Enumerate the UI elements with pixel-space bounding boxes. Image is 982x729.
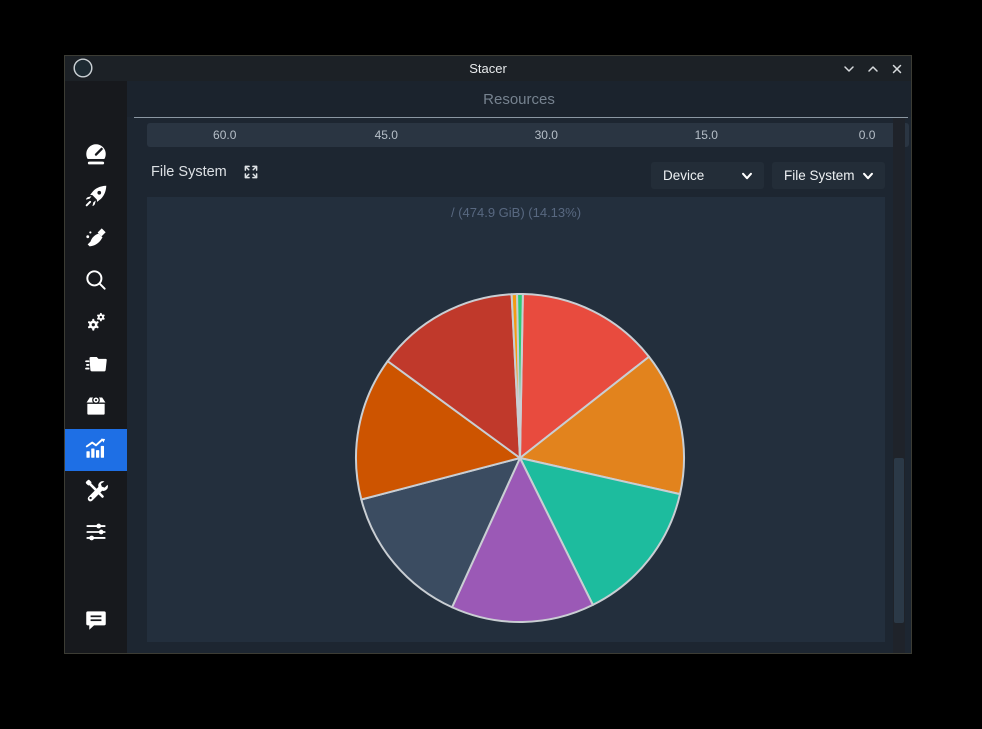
expand-icon[interactable]: [242, 163, 260, 181]
broom-icon: [83, 225, 109, 256]
message-icon: [83, 607, 109, 638]
chevron-up-icon: [866, 62, 880, 76]
filesystem-dropdown-value: File System: [784, 168, 861, 183]
filesystem-section-title: File System: [151, 147, 227, 197]
axis-tick-label: 15.0: [695, 123, 718, 147]
filesystem-dropdown[interactable]: File System: [772, 162, 885, 189]
sidebar-item-dashboard[interactable]: [65, 135, 127, 177]
scrollbar-thumb[interactable]: [894, 458, 904, 623]
sidebar-item-uninstaller[interactable]: [65, 387, 127, 429]
sidebar-item-feedback[interactable]: [65, 601, 127, 643]
filesystem-chart-panel: / (474.9 GiB) (14.13%): [147, 197, 885, 642]
window-controls: [840, 56, 906, 81]
device-dropdown[interactable]: Device: [651, 162, 764, 189]
titlebar: Stacer: [65, 56, 911, 81]
axis-tick-label: 0.0: [859, 123, 876, 147]
sidebar-item-resources[interactable]: [65, 429, 127, 471]
sidebar-item-services[interactable]: [65, 303, 127, 345]
sidebar-item-helpers[interactable]: [65, 471, 127, 513]
speedy-folder-icon: [83, 351, 109, 382]
package-icon: [83, 393, 109, 424]
sidebar-item-processes[interactable]: [65, 345, 127, 387]
chevron-down-icon: [861, 169, 875, 183]
sidebar-item-search[interactable]: [65, 261, 127, 303]
sidebar-item-settings[interactable]: [65, 513, 127, 555]
close-button[interactable]: [888, 60, 906, 78]
sidebar-item-system-cleaner[interactable]: [65, 219, 127, 261]
axis-tick-label: 30.0: [535, 123, 558, 147]
page-title: Resources: [127, 81, 911, 117]
history-x-axis: 60.0 45.0 30.0 15.0 0.0: [147, 123, 909, 147]
close-icon: [890, 62, 904, 76]
gears-icon: [83, 309, 109, 340]
search-icon: [83, 267, 109, 298]
sidebar-item-startup-apps[interactable]: [65, 177, 127, 219]
sliders-icon: [83, 519, 109, 550]
bar-chart-icon: [83, 435, 109, 466]
sidebar: [65, 81, 127, 653]
page-title-text: Resources: [483, 91, 555, 108]
chart-axis-line: [134, 117, 908, 118]
chevron-down-icon: [842, 62, 856, 76]
filesystem-toolbar: File System Device File System: [127, 147, 911, 197]
minimize-button[interactable]: [840, 60, 858, 78]
device-dropdown-value: Device: [663, 168, 740, 183]
chevron-down-icon: [740, 169, 754, 183]
pie-slice-label: / (474.9 GiB) (14.13%): [147, 205, 885, 220]
rocket-icon: [83, 183, 109, 214]
tools-icon: [83, 477, 109, 508]
axis-tick-label: 60.0: [213, 123, 236, 147]
stacer-window: Stacer Resources 60.0 45.0 30.0 15.0 0.0 Fil…: [64, 55, 912, 654]
filesystem-pie-chart: [147, 197, 885, 642]
content-area: Resources 60.0 45.0 30.0 15.0 0.0 File Syste…: [127, 81, 911, 653]
axis-tick-label: 45.0: [375, 123, 398, 147]
gauge-icon: [83, 141, 109, 172]
window-title: Stacer: [65, 56, 911, 81]
scrollbar-track[interactable]: [893, 118, 905, 653]
maximize-button[interactable]: [864, 60, 882, 78]
